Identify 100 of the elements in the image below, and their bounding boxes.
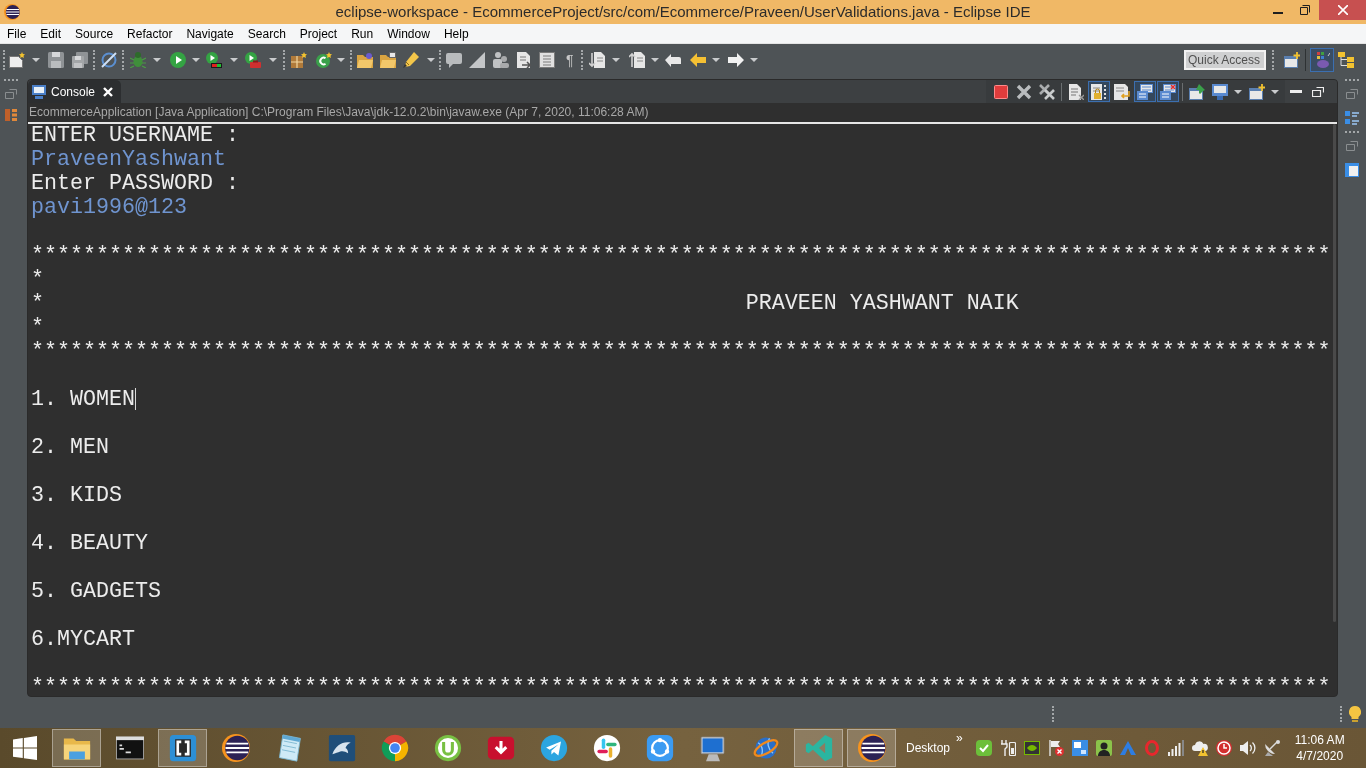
console-input-line: pavi1996@123 [31,195,187,220]
x-mark-icon[interactable] [1015,83,1032,100]
computer-icon [698,734,727,762]
flag-x-icon[interactable] [1047,740,1064,756]
bracket-frame-icon [168,734,197,762]
window-plus-icon[interactable] [1284,51,1300,68]
circle-nodes-icon [645,734,674,762]
document-x-icon[interactable] [1067,83,1084,100]
arrow-left-icon[interactable] [689,51,706,68]
dropdown-caret-icon[interactable] [269,57,277,62]
folder-icon[interactable] [380,51,396,68]
stop-icon[interactable] [992,83,1009,100]
document-arrow-icon[interactable] [516,51,532,68]
taskbar-button[interactable] [847,729,896,767]
terminal-icon [115,734,144,762]
document-lines-icon[interactable] [539,51,555,68]
toolbar-chevron[interactable]: » [956,731,963,745]
console-windows-x-icon [1159,83,1176,100]
menu-item[interactable]: Run [344,24,381,43]
dropdown-caret-icon[interactable] [711,57,720,62]
quick-access-field[interactable]: Quick Access [1184,49,1266,70]
window-title: eclipse-workspace - EcommerceProject/src/com/Ecommerce/Praveen/UserValidations.java - Eclipse IDE [335,2,1031,22]
console-output-line: Enter PASSWORD : [31,171,239,196]
menu-item[interactable]: Edit [33,24,69,43]
menu-item[interactable]: Search [240,24,293,43]
eye-chip-icon[interactable] [1023,740,1040,756]
menu-item[interactable]: Window [380,24,437,43]
menu-item[interactable]: File [0,24,34,43]
slashed-circle-icon[interactable] [101,51,117,68]
ribbon-icon [804,734,833,762]
console-windows-icon [1136,83,1153,100]
dropdown-caret-icon[interactable] [611,57,620,62]
speech-bubble-icon[interactable] [446,51,462,68]
dropdown-caret-icon[interactable] [427,57,435,62]
dropdown-caret-icon[interactable] [230,57,238,62]
console-tab[interactable]: Console [28,80,121,103]
console-output-line: **************************************************************************************************** [31,675,1331,696]
list-icon[interactable] [1345,111,1359,125]
clock-time: 11:06 AM [1294,732,1345,748]
dropdown-caret-icon[interactable] [650,57,659,62]
menu-item[interactable]: Navigate [179,24,241,43]
menu-item[interactable]: Refactor [120,24,180,43]
desktop-toolbar-label: Desktop [906,740,951,756]
close-icon[interactable] [103,86,114,97]
package-icon[interactable] [291,51,307,68]
new-file-icon[interactable] [9,51,25,68]
console-output-line: 4. BEAUTY [31,531,148,556]
dropdown-caret-icon[interactable] [192,57,200,62]
perspective-button[interactable] [1310,47,1334,72]
console-output-line: 1. WOMEN [31,387,135,412]
double-x-icon[interactable] [1038,83,1055,100]
floppy-disks-icon[interactable] [72,51,88,68]
toggle-button[interactable] [1156,81,1179,102]
console-output-line: 3. KIDS [31,483,122,508]
folder-icon[interactable] [357,51,373,68]
play-icon[interactable] [170,51,186,68]
person-icon[interactable] [1095,740,1112,756]
dropdown-caret-icon[interactable] [337,57,345,62]
signal-bars-icon[interactable] [1167,740,1184,756]
satellite-dish-icon[interactable] [1263,740,1280,756]
play-bar-icon[interactable] [206,51,222,68]
restore-icon[interactable] [1300,5,1310,15]
arrow-right-icon[interactable] [727,51,744,68]
monitor-icon[interactable] [1211,83,1228,100]
monitor-icon [32,84,46,99]
document-return-arrow-icon[interactable] [1113,83,1130,100]
lightbulb-icon[interactable] [1349,706,1361,722]
document-down-arrow-icon[interactable] [588,51,605,68]
dropdown-caret-icon[interactable] [1271,89,1279,94]
wedge-icon[interactable] [469,51,485,68]
taskbar-button[interactable] [158,729,207,767]
window-plus-icon[interactable] [1248,83,1265,100]
document-up-arrow-icon[interactable] [628,51,645,68]
toggle-button[interactable] [1087,81,1110,102]
speaker-icon[interactable] [1239,740,1256,756]
plug-battery-icon[interactable] [999,740,1016,756]
stacked-bars-icon[interactable] [5,109,17,121]
play-toolbox-icon[interactable] [245,51,261,68]
dropdown-caret-icon[interactable] [153,57,161,62]
toggle-button[interactable] [1133,81,1156,102]
people-icon[interactable] [493,51,509,68]
close-icon [1337,5,1348,15]
check-badge-icon[interactable] [975,740,992,756]
pen-icon[interactable] [403,51,419,68]
menu-item[interactable]: Help [436,24,476,43]
language-tiles-icon[interactable] [1071,740,1088,756]
clock-icon[interactable] [1215,740,1232,756]
dropdown-caret-icon[interactable] [1234,89,1242,94]
menu-item[interactable]: Source [68,24,121,43]
striped-circle-icon [4,4,20,20]
dropdown-caret-icon[interactable] [749,57,758,62]
close-button[interactable] [1319,0,1366,20]
dropdown-caret-icon[interactable] [32,57,40,62]
process-description: EcommerceApplication [Java Application] C:\Program Files\Java\jdk-12.0.2\bin\javaw.exe (Apr 7, 2020, 11:06:28 AM) [29,105,649,120]
menu-item[interactable]: Project [292,24,345,43]
cloud-warning-icon[interactable] [1191,740,1208,756]
pinned-window-icon[interactable] [1188,83,1205,100]
pilcrow-button[interactable]: ¶ [566,51,574,68]
start-icon[interactable] [13,736,37,760]
panel-icon[interactable] [1345,163,1359,177]
